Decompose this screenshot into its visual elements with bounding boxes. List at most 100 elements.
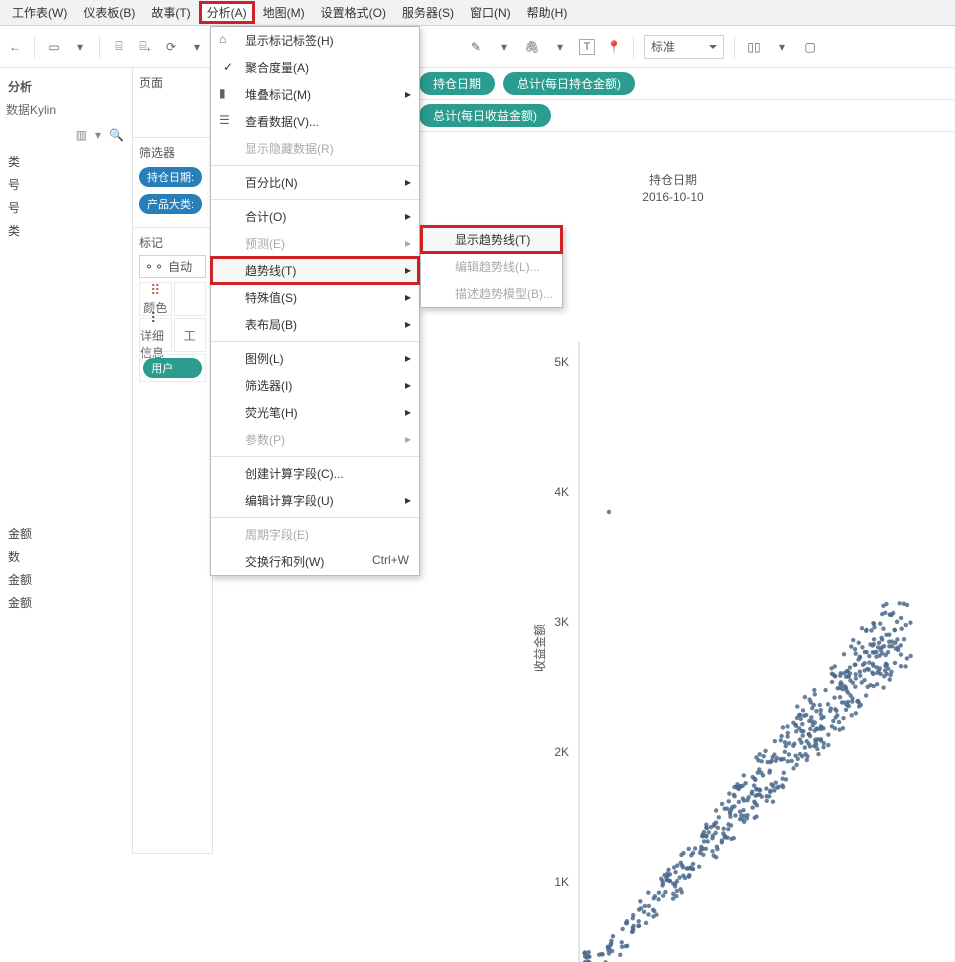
menu-item[interactable]: 服务器(S): [394, 1, 462, 24]
dimension-item[interactable]: 号: [6, 173, 126, 196]
marks-type-select[interactable]: ⚬⚬ 自动: [139, 255, 206, 278]
pages-shelf-label: 页面: [139, 74, 206, 95]
menu-item: 显示隐藏数据(R): [211, 135, 419, 162]
menu-item[interactable]: 特殊值(S)▸: [211, 284, 419, 311]
shortcut-label: Ctrl+W: [372, 553, 409, 567]
svg-text:3K: 3K: [554, 615, 569, 629]
menu-item[interactable]: 显示标记标签(H)⌂: [211, 27, 419, 54]
menu-item[interactable]: 故事(T): [143, 1, 198, 24]
arrow-left-icon[interactable]: ←: [6, 38, 24, 56]
submenu-arrow-icon: ▸: [405, 209, 411, 223]
menu-item[interactable]: 窗口(N): [462, 1, 519, 24]
menu-item[interactable]: 查看数据(V)...☰: [211, 108, 419, 135]
menu-item: 参数(P)▸: [211, 426, 419, 453]
dimension-item[interactable]: 金额: [6, 591, 126, 614]
marks-detail[interactable]: ⠇详细信息: [139, 318, 172, 352]
submenu-arrow-icon: ▸: [405, 317, 411, 331]
pin-icon[interactable]: 📍: [605, 38, 623, 56]
filters-shelf-label: 筛选器: [139, 144, 206, 165]
dimension-item[interactable]: 数: [6, 545, 126, 568]
submenu-arrow-icon: ▸: [405, 405, 411, 419]
chevron-down-icon[interactable]: ▾: [188, 38, 206, 56]
analysis-menu: 显示标记标签(H)⌂聚合度量(A)✓堆叠标记(M)▮▸查看数据(V)...☰显示…: [210, 26, 420, 576]
submenu-arrow-icon: ▸: [405, 493, 411, 507]
svg-text:4K: 4K: [554, 485, 569, 499]
menu-item[interactable]: 编辑计算字段(U)▸: [211, 487, 419, 514]
text-icon[interactable]: T: [579, 39, 595, 55]
search-icon[interactable]: 🔍: [109, 128, 124, 142]
pencil-icon[interactable]: ✎: [467, 38, 485, 56]
refresh-icon[interactable]: ⟳: [162, 38, 180, 56]
analysis-tab[interactable]: 分析: [8, 78, 32, 95]
submenu-arrow-icon: ▸: [405, 175, 411, 189]
menu-item[interactable]: 设置格式(O): [313, 1, 394, 24]
menu-item[interactable]: 帮助(H): [519, 1, 576, 24]
menu-item[interactable]: 堆叠标记(M)▮▸: [211, 81, 419, 108]
marks-shelf-label: 标记: [139, 234, 206, 255]
menu-item[interactable]: 地图(M): [255, 1, 313, 24]
menu-item[interactable]: 分析(A): [199, 1, 255, 24]
save-icon[interactable]: ▭: [45, 38, 63, 56]
fit-select-label: 标准: [651, 38, 675, 55]
dimension-item[interactable]: 号: [6, 196, 126, 219]
clip-icon[interactable]: 🖇: [523, 38, 541, 56]
filter-pill[interactable]: 持仓日期:: [139, 167, 202, 187]
menu-item[interactable]: 仪表板(B): [75, 1, 143, 24]
dimension-item[interactable]: 类: [6, 150, 126, 173]
menu-item[interactable]: 显示趋势线(T): [421, 226, 562, 253]
datasource-icon[interactable]: ⌸: [110, 38, 128, 56]
menu-item: 描述趋势模型(B)...: [421, 280, 562, 307]
menu-item: 编辑趋势线(L)...: [421, 253, 562, 280]
svg-text:2K: 2K: [554, 745, 569, 759]
menu-item: 周期字段(E): [211, 521, 419, 548]
menu-item[interactable]: 表布局(B)▸: [211, 311, 419, 338]
menu-item[interactable]: 趋势线(T)▸: [211, 257, 419, 284]
submenu-arrow-icon: ▸: [405, 290, 411, 304]
shelf-pill[interactable]: 持仓日期: [419, 72, 495, 95]
menu-item[interactable]: 创建计算字段(C)...: [211, 460, 419, 487]
filter-pill[interactable]: 产品大类:: [139, 194, 202, 214]
submenu-arrow-icon: ▸: [405, 87, 411, 101]
menu-item[interactable]: 交换行和列(W)Ctrl+W: [211, 548, 419, 575]
dimension-item[interactable]: 类: [6, 219, 126, 242]
bar-icon: ▮: [219, 86, 226, 100]
marks-size[interactable]: [174, 282, 207, 316]
cards-column: 页面 筛选器 持仓日期: 产品大类: 标记 ⚬⚬ 自动 ⠿颜色 ⠇详细信息 工 …: [133, 68, 213, 854]
menu-item[interactable]: 百分比(N)▸: [211, 169, 419, 196]
menu-item[interactable]: 合计(O)▸: [211, 203, 419, 230]
showme-icon[interactable]: ▯▯: [745, 38, 763, 56]
submenu-arrow-icon: ▸: [405, 236, 411, 250]
fit-select[interactable]: 标准: [644, 35, 724, 59]
dimension-item[interactable]: 金额: [6, 568, 126, 591]
svg-text:1K: 1K: [554, 875, 569, 889]
presentation-icon[interactable]: ▢: [801, 38, 819, 56]
shelf-pill[interactable]: 总计(每日收益金额): [419, 104, 551, 127]
chevron-down-icon[interactable]: ▾: [773, 38, 791, 56]
dimension-item[interactable]: 金额: [6, 522, 126, 545]
marks-tooltip[interactable]: 工: [174, 318, 207, 352]
shape-icon: ⚬⚬: [144, 260, 164, 274]
menu-item[interactable]: 荧光笔(H)▸: [211, 399, 419, 426]
shelf-pill[interactable]: 总计(每日持仓金额): [503, 72, 635, 95]
check-icon: ✓: [223, 60, 233, 74]
submenu-arrow-icon: ▸: [405, 432, 411, 446]
view-icon[interactable]: ▥: [76, 128, 87, 142]
menu-item[interactable]: 聚合度量(A)✓: [211, 54, 419, 81]
color-icon: ⠿: [150, 282, 160, 299]
chevron-down-icon[interactable]: ▾: [495, 38, 513, 56]
add-datasource-icon[interactable]: ⌸₊: [136, 38, 154, 56]
submenu-arrow-icon: ▸: [405, 263, 411, 277]
datasource-name[interactable]: 数据Kylin: [6, 101, 126, 126]
toolbar: ← ▭ ▾ ⌸ ⌸₊ ⟳ ▾ ✎ ▾ 🖇 ▾ T 📍 标准 ▯▯ ▾ ▢: [0, 26, 955, 68]
chevron-down-icon[interactable]: ▾: [95, 128, 101, 142]
x-axis-date: 2016-10-10: [353, 188, 955, 204]
menu-item[interactable]: 图例(L)▸: [211, 345, 419, 372]
menu-item: 预测(E)▸: [211, 230, 419, 257]
chevron-down-icon[interactable]: ▾: [71, 38, 89, 56]
x-axis-heading: 持仓日期: [353, 171, 955, 188]
chevron-down-icon[interactable]: ▾: [551, 38, 569, 56]
marks-pill-user[interactable]: 用户: [139, 354, 206, 382]
detail-icon: ⠇: [150, 310, 160, 327]
menu-item[interactable]: 筛选器(I)▸: [211, 372, 419, 399]
menu-item[interactable]: 工作表(W): [4, 1, 75, 24]
